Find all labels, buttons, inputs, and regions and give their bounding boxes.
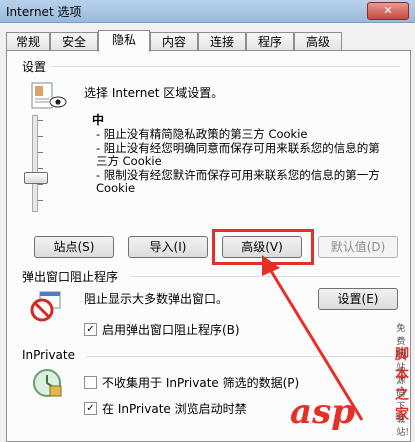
watermark-sub: 免费网站源码下载站! <box>396 324 410 438</box>
watermark-asp: asp <box>290 392 355 432</box>
annotation-arrow-icon <box>262 255 364 421</box>
tab-privacy[interactable]: 隐私 <box>98 30 150 52</box>
